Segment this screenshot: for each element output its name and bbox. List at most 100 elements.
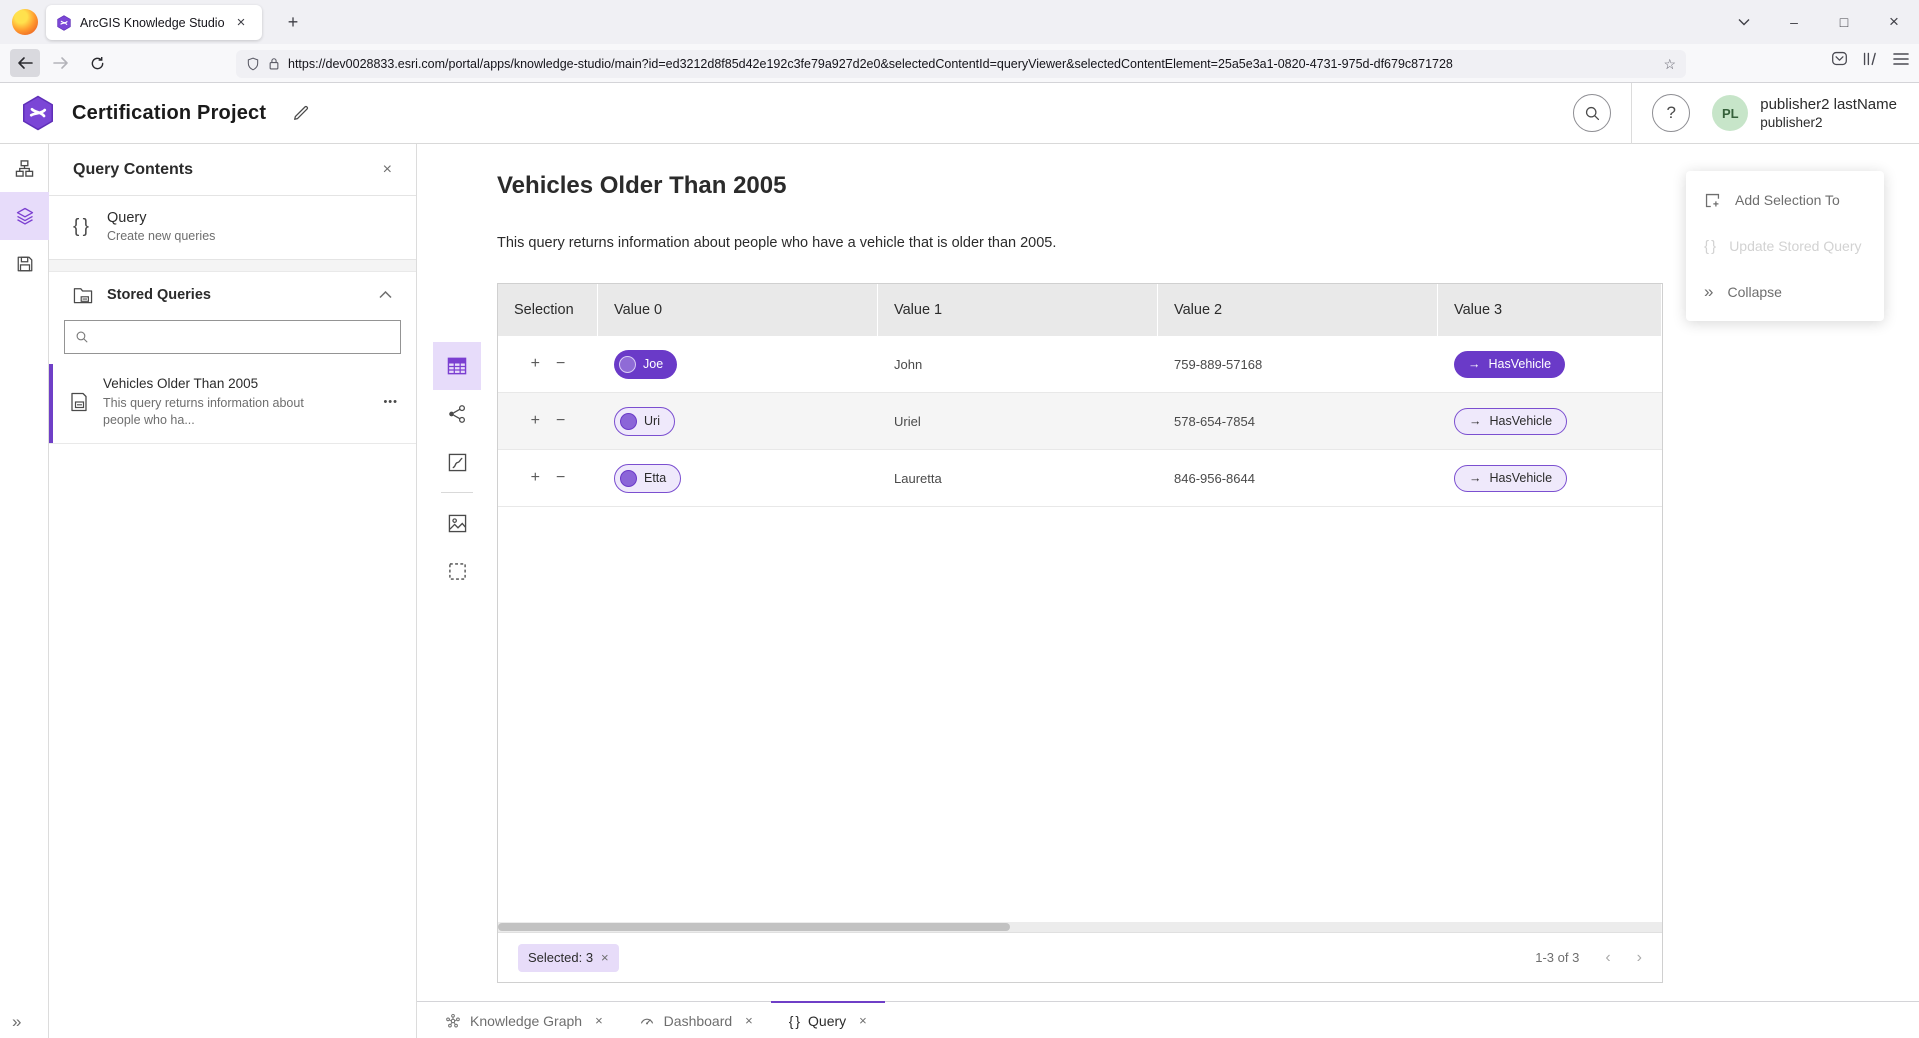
arrow-right-icon: →	[1469, 414, 1482, 428]
relationship-pill[interactable]: →HasVehicle	[1454, 465, 1567, 492]
stored-queries-search[interactable]	[64, 320, 401, 354]
menu-hamburger-icon[interactable]	[1893, 52, 1909, 66]
window-minimize-button[interactable]: –	[1777, 7, 1811, 37]
expand-rail-button[interactable]: »	[0, 1012, 49, 1032]
stored-query-options-icon[interactable]: •••	[383, 396, 398, 408]
user-role: publisher2	[1760, 115, 1897, 130]
selection-context-menu: Add Selection To { } Update Stored Query…	[1686, 171, 1884, 321]
map-view-button[interactable]	[433, 438, 481, 486]
browser-tab[interactable]: ArcGIS Knowledge Studio ×	[46, 5, 262, 40]
dashboard-gauge-icon	[639, 1013, 655, 1029]
new-tab-button[interactable]: +	[282, 11, 304, 33]
horizontal-scrollbar[interactable]	[498, 922, 1662, 932]
contents-rail-button[interactable]	[0, 192, 49, 240]
window-maximize-button[interactable]: □	[1827, 7, 1861, 37]
stored-queries-header[interactable]: Stored Queries	[49, 272, 416, 318]
search-icon	[75, 330, 89, 344]
clear-selection-icon[interactable]: ×	[601, 950, 609, 965]
menu-item-update-stored-query[interactable]: { } Update Stored Query	[1686, 223, 1884, 269]
remove-from-selection-button[interactable]: −	[556, 355, 565, 373]
close-tab-icon[interactable]: ×	[745, 1013, 753, 1028]
tab-query[interactable]: { } Query ×	[771, 1001, 885, 1038]
tab-dashboard[interactable]: Dashboard ×	[621, 1001, 771, 1038]
url-text: https://dev0028833.esri.com/portal/apps/…	[288, 57, 1655, 71]
table-footer: Selected: 3 × 1-3 of 3 ‹ ›	[498, 932, 1662, 982]
stored-query-item[interactable]: Vehicles Older Than 2005 This query retu…	[49, 364, 416, 444]
toolbar-divider	[441, 492, 473, 493]
column-header[interactable]: Value 0	[598, 284, 878, 336]
back-button[interactable]	[10, 49, 40, 77]
list-tabs-icon[interactable]	[1727, 7, 1761, 37]
table-cell: Uriel	[878, 414, 1158, 429]
save-rail-button[interactable]	[0, 240, 49, 288]
folder-icon	[73, 286, 93, 304]
search-button[interactable]	[1573, 94, 1611, 132]
relationship-pill[interactable]: →HasVehicle	[1454, 351, 1565, 378]
menu-item-collapse[interactable]: » Collapse	[1686, 269, 1884, 315]
table-row[interactable]: + − Uri Uriel 578-654-7854 →HasVehicle	[498, 393, 1662, 450]
entity-avatar	[620, 470, 637, 487]
select-tool-button[interactable]	[433, 547, 481, 595]
new-query-item[interactable]: { } Query Create new queries	[49, 196, 416, 260]
bookmark-star-icon[interactable]: ☆	[1663, 56, 1676, 73]
table-view-button[interactable]	[433, 342, 481, 390]
table-row[interactable]: + − Etta Lauretta 846-956-8644 →HasVehic…	[498, 450, 1662, 507]
remove-from-selection-button[interactable]: −	[556, 412, 565, 430]
scrollbar-thumb[interactable]	[498, 923, 1010, 931]
table-cell: John	[878, 357, 1158, 372]
chevron-up-icon[interactable]	[379, 291, 392, 299]
query-viewer: Vehicles Older Than 2005 This query retu…	[417, 144, 1919, 1001]
tab-knowledge-graph[interactable]: Knowledge Graph ×	[427, 1001, 621, 1038]
user-avatar[interactable]: PL	[1712, 95, 1748, 131]
braces-icon: { }	[1704, 238, 1715, 255]
search-input[interactable]	[97, 330, 390, 345]
stored-query-icon	[69, 392, 89, 412]
next-page-icon[interactable]: ›	[1637, 949, 1642, 967]
user-name: publisher2 lastName	[1760, 96, 1897, 115]
image-view-button[interactable]	[433, 499, 481, 547]
column-header[interactable]: Value 1	[878, 284, 1158, 336]
panel-close-icon[interactable]: ×	[383, 161, 392, 179]
pocket-icon[interactable]	[1831, 50, 1848, 67]
link-chart-view-button[interactable]	[433, 390, 481, 438]
data-model-rail-button[interactable]	[0, 144, 49, 192]
tab-close-icon[interactable]: ×	[230, 12, 252, 34]
table-cell: 578-654-7854	[1158, 414, 1438, 429]
add-to-selection-button[interactable]: +	[531, 355, 540, 373]
selected-count-chip[interactable]: Selected: 3 ×	[518, 944, 619, 972]
firefox-logo-icon	[12, 9, 38, 35]
column-header[interactable]: Value 2	[1158, 284, 1438, 336]
entity-pill[interactable]: Joe	[614, 350, 677, 379]
table-header-row: Selection Value 0 Value 1 Value 2 Value …	[498, 284, 1662, 336]
help-button[interactable]: ?	[1652, 94, 1690, 132]
stored-query-title: Vehicles Older Than 2005	[103, 376, 341, 391]
menu-item-add-selection-to[interactable]: Add Selection To	[1686, 177, 1884, 223]
add-to-selection-button[interactable]: +	[531, 469, 540, 487]
row-range-label: 1-3 of 3	[1535, 950, 1579, 965]
relationship-pill[interactable]: →HasVehicle	[1454, 408, 1567, 435]
edit-title-pencil-icon[interactable]	[292, 104, 310, 122]
close-tab-icon[interactable]: ×	[859, 1013, 867, 1028]
braces-icon: { }	[789, 1013, 799, 1029]
arcgis-knowledge-logo-icon	[20, 95, 56, 131]
window-close-button[interactable]: ×	[1877, 7, 1911, 37]
close-tab-icon[interactable]: ×	[595, 1013, 603, 1028]
extensions-icon[interactable]	[1862, 50, 1879, 67]
reload-button[interactable]	[82, 49, 112, 77]
entity-pill[interactable]: Etta	[614, 464, 681, 493]
entity-pill[interactable]: Uri	[614, 407, 675, 436]
table-cell: Lauretta	[878, 471, 1158, 486]
table-row[interactable]: + − Joe John 759-889-57168 →HasVehicle	[498, 336, 1662, 393]
arrow-right-icon: →	[1468, 357, 1481, 371]
column-header[interactable]: Value 3	[1438, 284, 1662, 336]
url-bar[interactable]: https://dev0028833.esri.com/portal/apps/…	[236, 50, 1686, 78]
forward-button[interactable]	[46, 49, 76, 77]
remove-from-selection-button[interactable]: −	[556, 469, 565, 487]
add-selection-icon	[1704, 192, 1721, 209]
add-to-selection-button[interactable]: +	[531, 412, 540, 430]
table-cell: 846-956-8644	[1158, 471, 1438, 486]
previous-page-icon[interactable]: ‹	[1605, 949, 1610, 967]
column-header[interactable]: Selection	[498, 284, 598, 336]
query-item-title: Query	[107, 210, 215, 226]
content-tabbar: Knowledge Graph × Dashboard × { } Query …	[417, 1001, 1919, 1038]
